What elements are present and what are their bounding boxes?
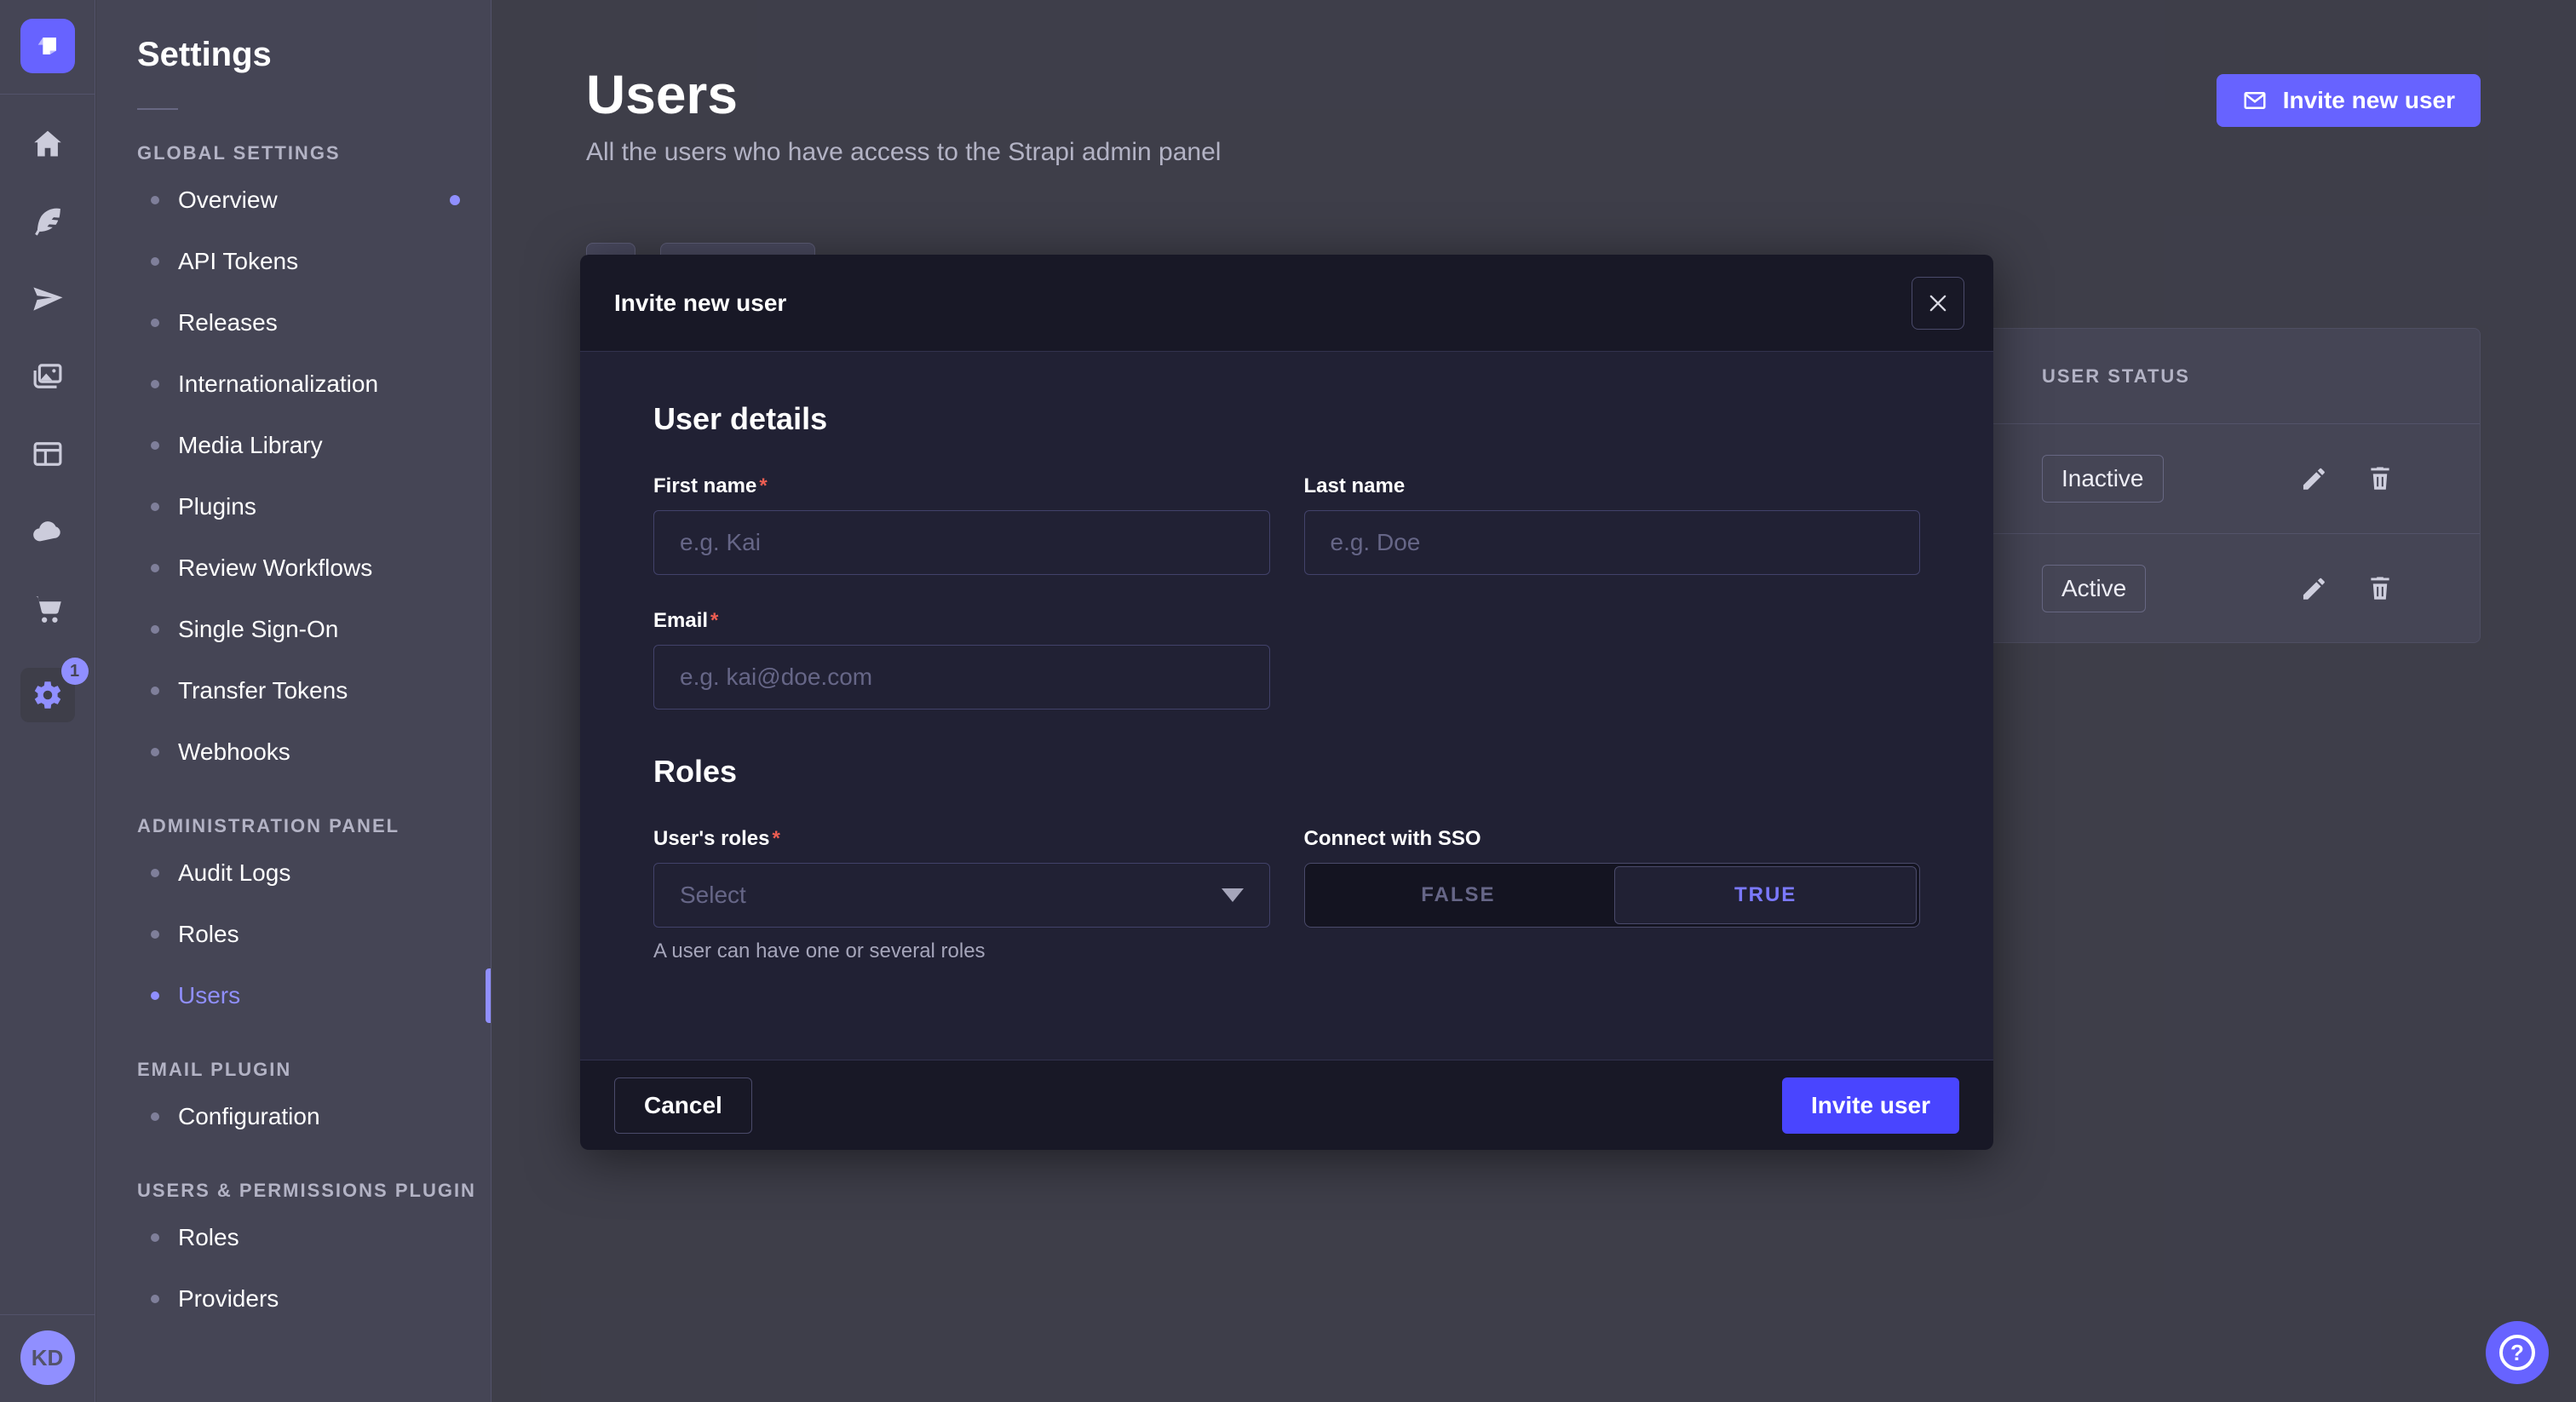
modal-title: Invite new user bbox=[614, 290, 786, 317]
chevron-down-icon bbox=[1222, 888, 1244, 902]
modal-close-button[interactable] bbox=[1912, 277, 1964, 330]
invite-user-submit-button[interactable]: Invite user bbox=[1782, 1077, 1959, 1134]
invite-new-user-modal: Invite new user User details First name* bbox=[580, 255, 1993, 1150]
sso-label: Connect with SSO bbox=[1304, 827, 1921, 851]
roles-row: User's roles* Select A user can have one… bbox=[653, 827, 1920, 963]
roles-hint: A user can have one or several roles bbox=[653, 939, 1270, 963]
email-field-row: Email* bbox=[653, 609, 1920, 710]
last-name-label: Last name bbox=[1304, 474, 1921, 498]
required-asterisk: * bbox=[710, 609, 718, 632]
last-name-input[interactable] bbox=[1304, 510, 1921, 575]
email-label: Email* bbox=[653, 609, 1270, 633]
close-icon bbox=[1926, 291, 1950, 315]
modal-footer: Cancel Invite user bbox=[580, 1060, 1993, 1150]
first-name-label: First name* bbox=[653, 474, 1270, 498]
email-input[interactable] bbox=[653, 645, 1270, 710]
users-roles-field: User's roles* Select A user can have one… bbox=[653, 827, 1270, 963]
required-asterisk: * bbox=[759, 474, 767, 497]
modal-header: Invite new user bbox=[580, 255, 1993, 352]
name-fields-row: First name* Last name bbox=[653, 474, 1920, 575]
sso-option-false[interactable]: FALSE bbox=[1305, 864, 1613, 927]
required-asterisk: * bbox=[772, 827, 779, 850]
sso-toggle: FALSE TRUE bbox=[1304, 863, 1921, 928]
sso-option-true[interactable]: TRUE bbox=[1614, 866, 1917, 924]
first-name-field: First name* bbox=[653, 474, 1270, 575]
roles-heading: Roles bbox=[653, 754, 1920, 790]
users-roles-label: User's roles* bbox=[653, 827, 1270, 851]
users-roles-select[interactable]: Select bbox=[653, 863, 1270, 928]
email-field: Email* bbox=[653, 609, 1270, 710]
sso-field: Connect with SSO FALSE TRUE bbox=[1304, 827, 1921, 963]
select-value: Select bbox=[680, 882, 746, 909]
modal-body: User details First name* Last name bbox=[580, 352, 1993, 1060]
cancel-button[interactable]: Cancel bbox=[614, 1077, 752, 1134]
last-name-field: Last name bbox=[1304, 474, 1921, 575]
first-name-input[interactable] bbox=[653, 510, 1270, 575]
user-details-heading: User details bbox=[653, 401, 1920, 437]
strapi-admin-app: 1 KD Settings GLOBAL SETTINGS Overview A… bbox=[0, 0, 2576, 1402]
